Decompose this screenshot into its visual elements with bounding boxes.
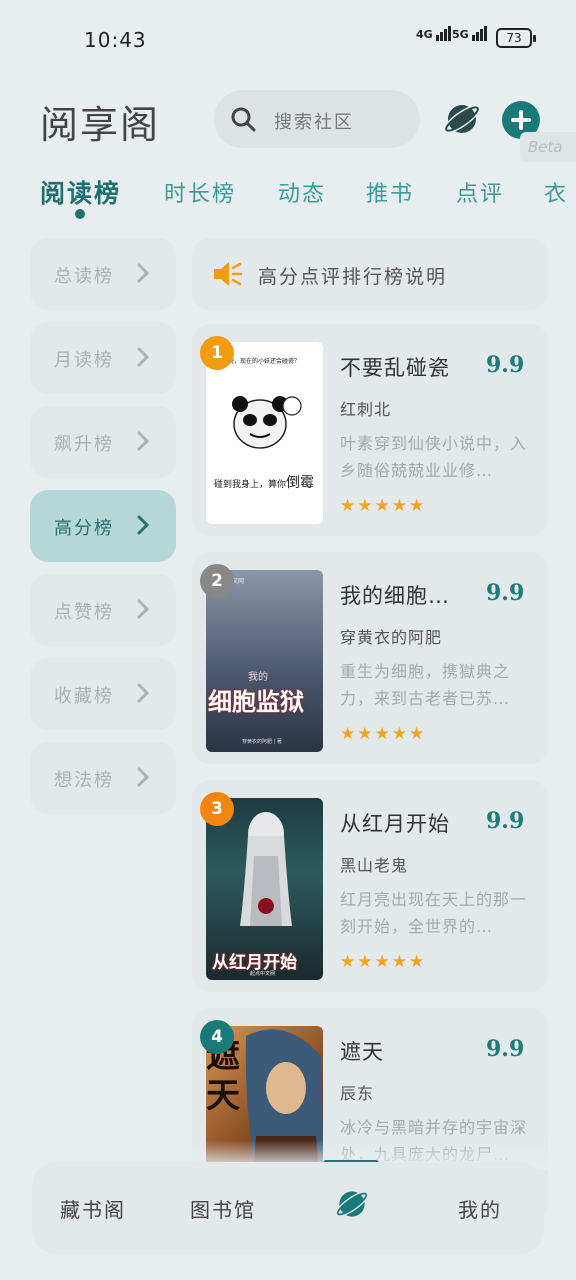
book-description: 红月亮出现在天上的那一刻开始，全世界的…	[340, 890, 528, 936]
tab-more[interactable]: 衣	[544, 176, 568, 208]
rank-badge: 2	[200, 564, 234, 598]
rating-stars: ★★★★★	[340, 496, 427, 516]
sidebar-item-label: 点赞榜	[54, 602, 114, 623]
search-placeholder: 搜索社区	[274, 112, 354, 133]
tab-feed[interactable]: 动态	[278, 176, 326, 208]
cover-caption-line: 碰到我身上，算你	[214, 480, 287, 490]
tab-review[interactable]: 点评	[456, 176, 504, 208]
notice-text: 高分点评排行榜说明	[258, 266, 448, 288]
book-score: 9.9	[486, 352, 525, 378]
book-title: 我的细胞…	[340, 584, 450, 608]
nav-library[interactable]: 图书馆	[190, 1194, 256, 1223]
sidebar-item-total[interactable]: 总读榜	[30, 238, 176, 310]
tab-bar: 阅读榜 时长榜 动态 推书 点评 衣	[0, 170, 576, 220]
signal-4g-icon: 4G	[416, 26, 452, 41]
book-score: 9.9	[486, 1036, 525, 1062]
sidebar-item-label: 飙升榜	[54, 434, 114, 455]
search-icon	[231, 107, 256, 132]
book-author: 穿黄衣的阿肥	[340, 628, 443, 647]
tab-duration[interactable]: 时长榜	[164, 176, 236, 208]
cover-subtitle: 我的	[248, 672, 268, 683]
rating-stars: ★★★★★	[340, 724, 427, 744]
chevron-right-icon	[137, 683, 150, 703]
book-title: 不要乱碰瓷	[340, 356, 450, 380]
chevron-right-icon	[137, 347, 150, 367]
book-cover: 从红月开始 起点中文网	[206, 798, 323, 980]
tab-recommend[interactable]: 推书	[366, 176, 414, 208]
sidebar-item-label: 高分榜	[54, 518, 114, 539]
nav-bookshelf[interactable]: 藏书阁	[60, 1194, 126, 1223]
book-card[interactable]: 起点中文网 我的 细胞监狱 穿黄衣的阿肥 | 著 2 我的细胞… 9.9 穿黄衣…	[192, 552, 548, 764]
rank-badge: 3	[200, 792, 234, 826]
book-card[interactable]: 从红月开始 起点中文网 3 从红月开始 9.9 黑山老鬼 红月亮出现在天上的那一…	[192, 780, 548, 992]
book-author: 黑山老鬼	[340, 856, 409, 875]
book-author: 红刺北	[340, 400, 392, 419]
sidebar-item-label: 想法榜	[54, 770, 114, 791]
cover-caption: 碰到我身上，算你倒霉	[214, 472, 323, 492]
cover-author: 穿黄衣的阿肥 | 著	[242, 739, 282, 745]
book-title: 遮天	[340, 1040, 384, 1064]
rating-stars: ★★★★★	[340, 952, 427, 972]
rank-badge: 1	[200, 336, 234, 370]
network-type-label: 5G	[452, 28, 469, 41]
tab-reading[interactable]: 阅读榜	[40, 174, 121, 210]
cover-title: 细胞监狱	[208, 688, 304, 716]
chevron-right-icon	[137, 263, 150, 283]
status-bar: 10:43 4G 5G 73	[0, 0, 576, 70]
app-title: 阅享阁	[40, 103, 161, 147]
chevron-right-icon	[137, 767, 150, 787]
battery-icon: 73	[496, 28, 536, 48]
cover-publisher: 起点中文网	[250, 971, 276, 977]
book-cover: 起点中文网 我的 细胞监狱 穿黄衣的阿肥 | 著	[206, 570, 323, 752]
network-type-label: 4G	[416, 28, 433, 41]
sidebar-item-label: 总读榜	[54, 266, 114, 287]
chevron-right-icon	[137, 515, 150, 535]
sidebar-item-likes[interactable]: 点赞榜	[30, 574, 176, 646]
status-time: 10:43	[84, 28, 147, 52]
book-score: 9.9	[486, 580, 525, 606]
character-illustration	[240, 812, 292, 926]
signal-5g-icon: 5G	[452, 26, 488, 41]
book-author: 辰东	[340, 1084, 375, 1103]
search-bar[interactable]: 搜索社区	[214, 90, 420, 148]
book-score: 9.9	[486, 808, 525, 834]
sidebar-item-high-score[interactable]: 高分榜	[30, 490, 176, 562]
book-title: 从红月开始	[340, 812, 450, 836]
book-description: 重生为细胞，携獄典之力，来到古老者已苏…	[340, 662, 511, 708]
panda-meme-image	[232, 396, 302, 449]
chevron-right-icon	[137, 599, 150, 619]
book-description: 叶素穿到仙侠小说中，入乡随俗兢兢业业修…	[340, 434, 528, 480]
cover-caption-emphasis: 倒霉	[286, 475, 315, 491]
bottom-nav: 藏书阁 图书馆 我的	[32, 1162, 544, 1254]
sidebar-item-rising[interactable]: 飙升榜	[30, 406, 176, 478]
sidebar-item-thoughts[interactable]: 想法榜	[30, 742, 176, 814]
beta-badge: Beta	[520, 132, 576, 162]
speaker-icon	[214, 262, 242, 286]
chevron-right-icon	[137, 431, 150, 451]
sidebar-item-favorites[interactable]: 收藏榜	[30, 658, 176, 730]
nav-mine[interactable]: 我的	[458, 1194, 502, 1223]
sidebar-item-label: 月读榜	[54, 350, 114, 371]
nav-community-planet-icon[interactable]	[334, 1186, 370, 1222]
book-card[interactable]: 这么多晚，现在的小妖还会碰瓷？ 碰到我身上，算你倒霉 1 不要乱碰瓷 9.9 红…	[192, 324, 548, 536]
rank-badge: 4	[200, 1020, 234, 1054]
sidebar-item-label: 收藏榜	[54, 686, 114, 707]
sidebar-item-monthly[interactable]: 月读榜	[30, 322, 176, 394]
active-tab-indicator	[75, 209, 85, 219]
planet-icon[interactable]	[442, 99, 482, 139]
ranking-notice[interactable]: 高分点评排行榜说明	[192, 238, 548, 310]
book-cover: 这么多晚，现在的小妖还会碰瓷？ 碰到我身上，算你倒霉	[206, 342, 323, 524]
